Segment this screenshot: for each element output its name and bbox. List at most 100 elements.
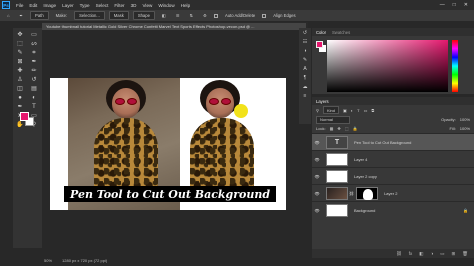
visibility-eye-icon[interactable]: 👁	[312, 208, 322, 213]
move-icon[interactable]: ✥	[17, 32, 22, 38]
eraser-icon[interactable]: ◫	[17, 86, 23, 92]
mask-icon[interactable]: ◧	[419, 251, 423, 257]
document-canvas[interactable]: Pen Tool to Cut Out Background	[50, 78, 286, 210]
filter-pixel-icon[interactable]: ▣	[343, 108, 347, 113]
eyedropper-icon[interactable]: ✒	[31, 59, 36, 65]
layer-name[interactable]: Background	[354, 208, 375, 213]
adjustment-icon[interactable]: ◑	[431, 251, 434, 256]
tab-color[interactable]: Color	[316, 30, 326, 35]
home-icon[interactable]: ⌂	[4, 12, 13, 19]
dodge-icon[interactable]: ◐	[32, 95, 36, 101]
menu-help[interactable]: Help	[178, 3, 193, 8]
filter-adjust-icon[interactable]: ◐	[351, 108, 353, 113]
trash-icon[interactable]: 🗑	[462, 251, 468, 257]
chain-link-icon[interactable]: ⛓	[349, 191, 354, 196]
make-selection-button[interactable]: Selection...	[74, 11, 105, 20]
tab-swatches[interactable]: Swatches	[332, 30, 350, 35]
lock-all-icon[interactable]: 🔒	[352, 126, 357, 131]
visibility-eye-icon[interactable]: 👁	[312, 157, 322, 162]
brush-settings-icon[interactable]: ✎	[303, 58, 307, 63]
layer-row-text[interactable]: 👁 T Pen Tool to Cut Out Background	[312, 133, 474, 150]
blend-mode-select[interactable]: Normal	[316, 115, 350, 124]
channels-icon[interactable]: ≡	[304, 94, 307, 99]
quick-select-icon[interactable]: ✎	[17, 50, 22, 56]
layer-name[interactable]: Layer 2	[384, 191, 397, 196]
fx-icon[interactable]: fx	[409, 251, 413, 256]
zoom-level[interactable]: 50%	[44, 258, 52, 263]
visibility-eye-icon[interactable]: 👁	[312, 191, 322, 196]
opacity-value[interactable]: 100%	[460, 117, 470, 122]
crop-icon[interactable]: ⌗	[32, 50, 35, 56]
foreground-color-swatch[interactable]	[20, 112, 29, 121]
hue-slider[interactable]	[452, 40, 458, 92]
layer-row-layer-2-copy[interactable]: 👁 Layer 2 copy	[312, 167, 474, 184]
filter-type-icon[interactable]: T	[357, 108, 359, 113]
layer-row-layer-2[interactable]: 👁 ⛓ Layer 2	[312, 184, 474, 201]
history-brush-icon[interactable]: ↺	[31, 77, 36, 83]
auto-add-delete-checkbox[interactable]	[213, 13, 218, 18]
character-icon[interactable]: A	[303, 67, 306, 72]
align-edges-checkbox[interactable]	[262, 13, 267, 18]
menu-select[interactable]: Select	[93, 3, 112, 8]
pen-icon[interactable]: ✒	[17, 104, 22, 110]
lock-move-icon[interactable]: ✥	[337, 126, 340, 131]
pen-tool-icon[interactable]: ✒	[17, 12, 27, 19]
menu-image[interactable]: Image	[40, 3, 59, 8]
type-icon[interactable]: T	[32, 104, 36, 110]
menu-3d[interactable]: 3D	[128, 3, 140, 8]
visibility-eye-icon[interactable]: 👁	[312, 174, 322, 179]
menu-edit[interactable]: Edit	[26, 3, 40, 8]
brush-icon[interactable]: ✏	[31, 68, 36, 74]
lock-artboard-icon[interactable]: ⬚	[345, 126, 349, 131]
layer-mask-thumbnail[interactable]	[356, 186, 379, 200]
path-align-icon[interactable]: ☰	[173, 12, 183, 19]
minimize-icon[interactable]: —	[440, 2, 445, 8]
gradient-icon[interactable]: ▤	[31, 86, 37, 92]
layer-name[interactable]: Pen Tool to Cut Out Background	[354, 140, 411, 145]
libraries-icon[interactable]: ☁	[303, 85, 308, 90]
artboard-icon[interactable]: ▭	[31, 32, 37, 38]
menu-layer[interactable]: Layer	[59, 3, 77, 8]
hand-icon[interactable]: ✋	[16, 122, 23, 128]
link-icon[interactable]: ⛓	[396, 251, 402, 257]
visibility-eye-icon[interactable]: 👁	[312, 140, 322, 145]
healing-icon[interactable]: ✚	[17, 68, 22, 74]
layer-row-layer-4[interactable]: 👁 Layer 4	[312, 150, 474, 167]
menu-view[interactable]: View	[139, 3, 155, 8]
lock-pixels-icon[interactable]: ▦	[330, 126, 334, 131]
filter-smart-icon[interactable]: ⧉	[371, 108, 374, 113]
canvas-area[interactable]: Pen Tool to Cut Out Background	[42, 30, 308, 258]
menu-window[interactable]: Window	[155, 3, 177, 8]
path-ops-icon[interactable]: ◧	[159, 12, 169, 19]
layer-row-background[interactable]: 👁 Background 🔒	[312, 201, 474, 218]
stamp-icon[interactable]: ♙	[17, 77, 22, 83]
new-layer-icon[interactable]: ⊞	[452, 251, 456, 257]
layer-name[interactable]: Layer 2 copy	[354, 174, 377, 179]
kind-filter-select[interactable]: Kind	[322, 106, 339, 114]
marquee-icon[interactable]: ⬚	[17, 41, 23, 47]
menu-file[interactable]: File	[13, 3, 26, 8]
filter-shape-icon[interactable]: ▭	[364, 108, 368, 113]
menu-filter[interactable]: Filter	[111, 3, 127, 8]
paragraph-icon[interactable]: ¶	[304, 76, 307, 81]
properties-icon[interactable]: ☷	[303, 40, 307, 45]
maximize-icon[interactable]: □	[453, 2, 456, 8]
fill-value[interactable]: 100%	[460, 126, 470, 131]
frame-icon[interactable]: ⊠	[17, 59, 22, 65]
tab-layers[interactable]: Layers	[316, 99, 329, 104]
panel-foreground-swatch[interactable]	[316, 41, 323, 48]
make-shape-button[interactable]: Shape	[132, 11, 155, 20]
group-icon[interactable]: ▭	[440, 251, 444, 257]
adjustments-icon[interactable]: ◑	[303, 49, 306, 54]
menu-type[interactable]: Type	[77, 3, 93, 8]
settings-gear-icon[interactable]: ⚙	[200, 12, 210, 19]
blur-icon[interactable]: ●	[18, 95, 22, 101]
lasso-icon[interactable]: ᔕ	[31, 41, 36, 47]
history-icon[interactable]: ↺	[303, 31, 307, 36]
document-tab[interactable]: Youtube thumbnail tutorial Metallic Gold…	[42, 23, 306, 30]
close-icon[interactable]: ✕	[464, 2, 468, 8]
layer-name[interactable]: Layer 4	[354, 157, 367, 162]
pen-mode-select[interactable]: Path	[30, 11, 49, 20]
color-field[interactable]	[327, 40, 448, 92]
make-mask-button[interactable]: Mask	[108, 11, 129, 20]
